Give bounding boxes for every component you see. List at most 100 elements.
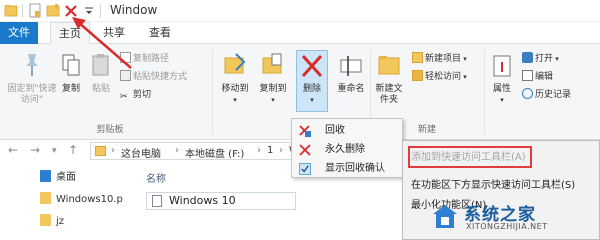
- move-to-folder-icon: [224, 53, 246, 74]
- easy-access-dropdown-icon: ▾: [461, 73, 467, 81]
- rename-button[interactable]: 重命名: [334, 52, 368, 95]
- delete-qat-icon[interactable]: [64, 3, 78, 18]
- pin-label: 固定到"快速访问": [7, 84, 57, 105]
- menu-item-recycle[interactable]: 回收: [292, 121, 402, 140]
- group-separator: [212, 50, 213, 134]
- tab-file[interactable]: 文件: [0, 22, 38, 44]
- watermark-logo-icon: [433, 205, 457, 228]
- open-icon: [522, 52, 533, 63]
- qat-separator: [100, 4, 101, 18]
- ribbon-tabs: 文件 主页 共享 查看: [0, 22, 600, 45]
- delete-label: 删除: [302, 84, 321, 94]
- easy-access-icon: [412, 70, 423, 81]
- breadcrumb-item[interactable]: 1: [267, 145, 273, 156]
- nav-item-desktop[interactable]: 桌面: [40, 170, 76, 186]
- new-folder-qat-icon[interactable]: [46, 3, 60, 18]
- group-separator: [484, 50, 485, 134]
- recycle-icon: [299, 125, 311, 137]
- window-title: Window: [110, 3, 158, 17]
- open-dropdown-icon: ▾: [553, 55, 559, 63]
- qat-separator: [22, 4, 23, 18]
- nav-item-label: jz: [56, 216, 65, 227]
- cut-button[interactable]: ✂ 剪切: [120, 88, 151, 102]
- cut-label: 剪切: [133, 90, 152, 100]
- new-item-icon: [412, 52, 423, 63]
- rename-label: 重命名: [337, 84, 365, 94]
- breadcrumb-item[interactable]: 这台电脑: [121, 145, 161, 160]
- menu-item-label: 永久删除: [325, 144, 365, 155]
- nav-item-windows10[interactable]: Windows10.p: [40, 192, 123, 208]
- up-arrow-icon[interactable]: ↑: [68, 143, 78, 157]
- file-name: Windows 10: [169, 194, 236, 207]
- pin-icon: [26, 54, 38, 76]
- paste-icon: [92, 54, 109, 76]
- edit-button[interactable]: 编辑: [522, 70, 553, 84]
- title-bar: Window: [0, 0, 600, 22]
- recent-locations-icon[interactable]: ▾: [52, 146, 57, 156]
- easy-access-button[interactable]: 轻松访问 ▾: [412, 70, 467, 84]
- delete-x-icon: [299, 144, 311, 156]
- open-label: 打开: [535, 54, 554, 64]
- move-to-button[interactable]: 移动到 ▾: [218, 52, 252, 106]
- delete-x-icon: [301, 54, 323, 78]
- properties-qat-icon[interactable]: [28, 3, 42, 18]
- breadcrumb-item[interactable]: 本地磁盘 (F:): [185, 145, 244, 160]
- copy-path-button[interactable]: 复制路径: [120, 52, 169, 66]
- tab-share[interactable]: 共享: [94, 22, 134, 44]
- copy-icon: [62, 54, 80, 76]
- clipboard-group-label: 剪贴板: [96, 125, 124, 135]
- copy-to-label: 复制到: [259, 84, 287, 94]
- back-arrow-icon[interactable]: ←: [8, 143, 18, 157]
- new-folder-button[interactable]: 新建文件夹: [372, 52, 406, 106]
- tab-view[interactable]: 查看: [140, 22, 180, 44]
- file-row[interactable]: Windows 10: [146, 192, 296, 210]
- qat-dropdown-icon[interactable]: [84, 3, 94, 18]
- paste-button[interactable]: 粘贴: [88, 52, 114, 95]
- copy-label: 复制: [61, 84, 80, 94]
- open-button[interactable]: 打开 ▾: [522, 52, 559, 66]
- nav-item-jz[interactable]: jz: [40, 214, 64, 230]
- paste-shortcut-icon: [120, 70, 131, 81]
- copy-to-dropdown-icon: ▾: [271, 96, 275, 104]
- folder-icon: [40, 192, 51, 204]
- copy-path-icon: [120, 52, 131, 63]
- new-item-label: 新建项目: [425, 54, 462, 64]
- tab-home[interactable]: 主页: [50, 22, 90, 45]
- check-icon: [299, 163, 311, 175]
- properties-dropdown-icon: ▾: [500, 96, 504, 104]
- forward-arrow-icon[interactable]: →: [30, 143, 40, 157]
- paste-shortcut-label: 粘贴快捷方式: [133, 72, 188, 82]
- menu-item-show-qat-below[interactable]: 在功能区下方显示快速访问工具栏(S): [411, 177, 575, 195]
- new-item-dropdown-icon: ▾: [461, 55, 467, 63]
- history-button[interactable]: 历史记录: [522, 88, 571, 102]
- nav-item-label: 桌面: [56, 172, 76, 183]
- paste-shortcut-button[interactable]: 粘贴快捷方式: [120, 70, 187, 84]
- new-folder-icon: [378, 56, 400, 75]
- delete-dropdown-icon: ▾: [310, 96, 314, 104]
- pin-quick-access-button[interactable]: 固定到"快速访问": [4, 52, 60, 106]
- breadcrumb-separator: ›: [279, 145, 283, 156]
- copy-button[interactable]: 复制: [58, 52, 84, 95]
- delete-dropdown-menu: 回收 永久删除 显示回收确认: [291, 118, 403, 178]
- desktop-folder-icon: [40, 170, 51, 182]
- menu-item-permanently-delete[interactable]: 永久删除: [292, 140, 402, 159]
- watermark-subtitle: XITONGZHIJIA.NET: [466, 222, 548, 231]
- properties-button[interactable]: 属性 ▾: [488, 52, 516, 106]
- menu-item-label: 显示回收确认: [325, 163, 385, 174]
- new-group-label: 新建: [417, 125, 436, 135]
- easy-access-label: 轻松访问: [425, 72, 462, 82]
- properties-icon: [493, 55, 511, 77]
- document-icon: [152, 195, 162, 207]
- copy-to-button[interactable]: 复制到 ▾: [256, 52, 290, 106]
- edit-icon: [522, 70, 533, 81]
- red-highlight-box: [408, 146, 532, 168]
- new-item-button[interactable]: 新建项目 ▾: [412, 52, 467, 66]
- menu-item-show-recycle-confirmation[interactable]: 显示回收确认: [292, 159, 402, 178]
- menu-item-label: 回收: [325, 125, 345, 136]
- breadcrumb-separator: ›: [175, 145, 179, 156]
- watermark: 系统之家 XITONGZHIJIA.NET: [430, 200, 590, 240]
- folder-icon: [40, 214, 51, 226]
- column-header-name[interactable]: 名称: [146, 170, 166, 185]
- history-label: 历史记录: [535, 90, 572, 100]
- delete-button[interactable]: 删除 ▾: [296, 52, 328, 106]
